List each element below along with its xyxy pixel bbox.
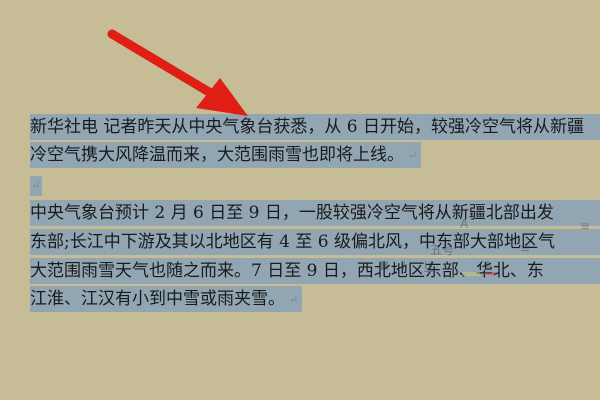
paragraph-2-line-4[interactable]: 江淮、江汉有小到中雪或雨夹雪。 ↵: [30, 286, 303, 312]
increase-indent-icon[interactable]: ≡: [580, 218, 590, 234]
arrow-head: [196, 78, 248, 116]
underline-button[interactable]: U: [424, 258, 433, 274]
paragraph-mark-icon: ↵: [289, 292, 299, 306]
paragraph-1-line-1[interactable]: 新华社电 记者昨天从中央气象台获悉，从 6 日开始，较强冷空气将从新疆: [30, 114, 600, 140]
empty-paragraph-mark[interactable]: ↵: [30, 176, 42, 196]
paragraph-mark-icon: ↵: [408, 148, 418, 162]
arrow-shaft: [107, 29, 219, 100]
bullet-list-icon[interactable]: ≡: [520, 240, 530, 256]
italic-button[interactable]: I: [402, 258, 406, 274]
font-size-dropdown[interactable]: 五号: [430, 242, 454, 258]
paragraph-1-line-2[interactable]: 冷空气携大风降温而来，大范围雨雪也即将上线。 ↵: [30, 142, 422, 168]
text: 冷空气携大风降温而来，大范围雨雪也即将上线。: [30, 145, 404, 165]
text: 江淮、江汉有小到中雪或雨夹雪。: [30, 289, 285, 309]
bold-button[interactable]: B: [380, 258, 389, 274]
grow-font-icon[interactable]: A: [460, 216, 468, 232]
highlight-color-icon[interactable]: [462, 272, 480, 276]
mini-formatting-toolbar[interactable]: 五号 A ≡ B I U A ≡: [380, 212, 600, 284]
font-color-bar: [484, 272, 496, 275]
document-canvas[interactable]: 新华社电 记者昨天从中央气象台获悉，从 6 日开始，较强冷空气将从新疆 冷空气携…: [0, 0, 600, 400]
text: 新华社电 记者昨天从中央气象台获悉，从 6 日开始，较强冷空气将从新疆: [30, 117, 585, 137]
